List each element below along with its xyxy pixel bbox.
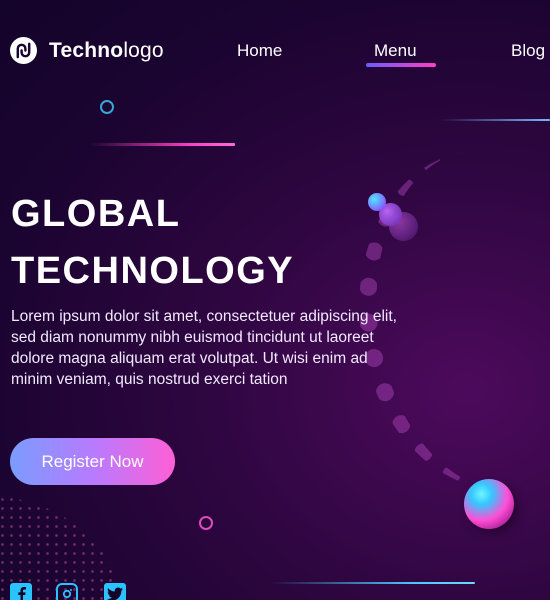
logo-text-light: logo <box>123 38 164 62</box>
pink-ring-decoration <box>199 516 213 530</box>
nav-active-underline <box>366 63 436 67</box>
brand-logo[interactable]: Technologo <box>10 37 164 64</box>
footer-accent-line <box>270 582 475 584</box>
pink-accent-line <box>90 143 235 146</box>
nav-home[interactable]: Home <box>237 41 282 61</box>
hero-description: Lorem ipsum dolor sit amet, consectetuer… <box>11 308 397 388</box>
logo-text-bold: Techno <box>49 38 124 62</box>
nav-menu[interactable]: Menu <box>374 41 417 61</box>
gradient-sphere-decoration <box>464 479 514 529</box>
hero-title: GLOBAL TECHNOLOGY <box>11 186 294 300</box>
facebook-icon[interactable] <box>10 583 32 600</box>
instagram-icon[interactable] <box>56 583 78 600</box>
orb-decoration-small <box>368 193 386 211</box>
logo-mark-icon <box>10 37 37 64</box>
twitter-icon[interactable] <box>104 583 126 600</box>
nav-blog[interactable]: Blog <box>511 41 545 61</box>
logo-wordmark: Technologo <box>49 39 164 63</box>
hero-title-line-2: TECHNOLOGY <box>11 250 295 292</box>
blue-ring-decoration <box>100 100 114 114</box>
blue-accent-line <box>440 119 550 121</box>
register-now-button[interactable]: Register Now <box>10 438 175 485</box>
hero-title-line-1: GLOBAL <box>11 193 181 235</box>
